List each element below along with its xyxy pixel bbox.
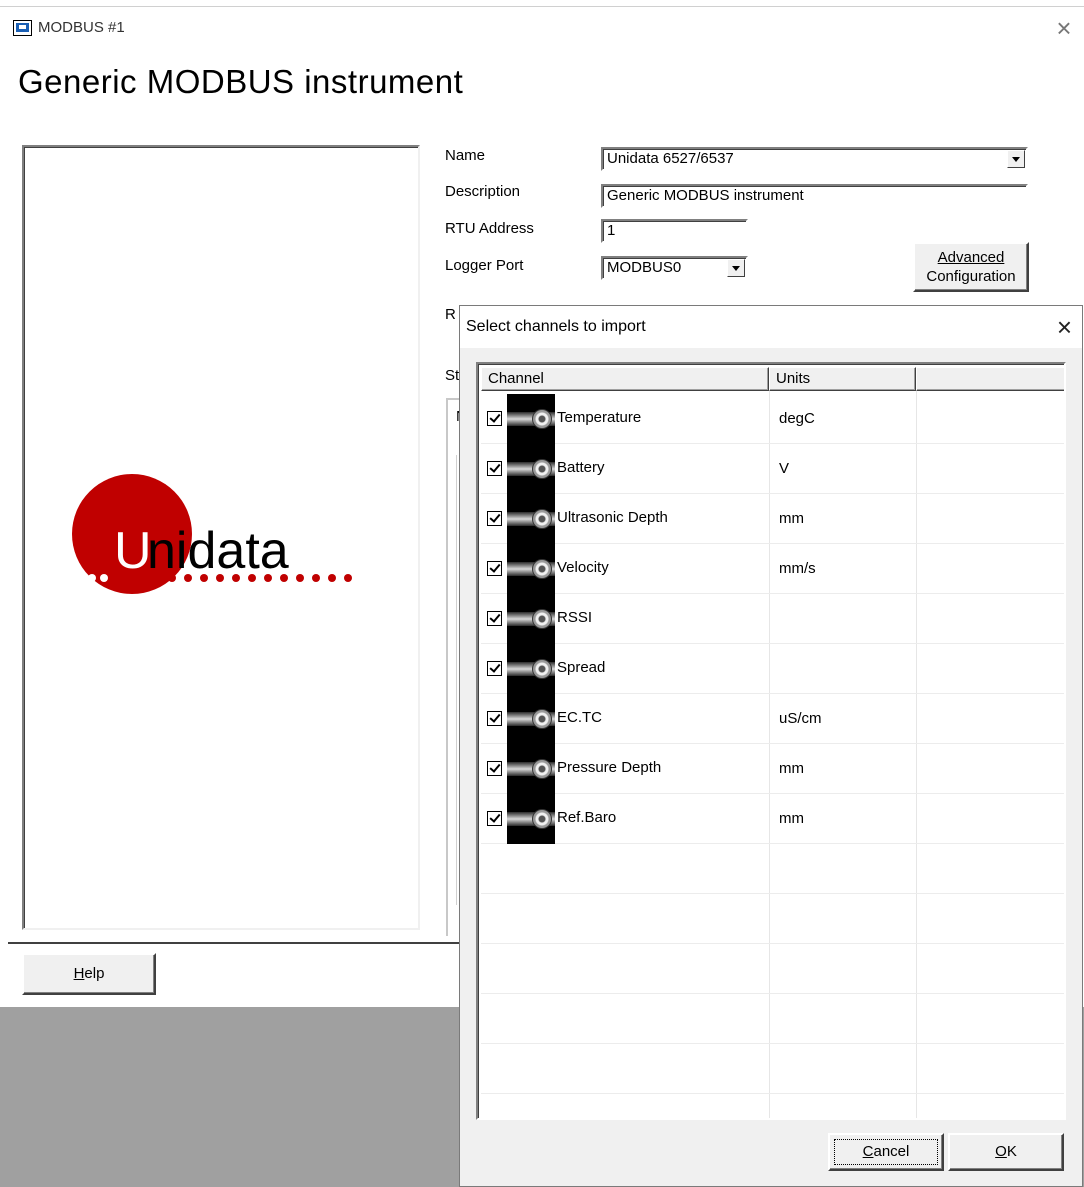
channel-name: Ref.Baro — [557, 809, 617, 826]
logger-port-label: Logger Port — [445, 257, 524, 274]
name-label: Name — [445, 147, 486, 164]
channel-checkbox[interactable] — [487, 761, 502, 776]
channel-icon — [507, 744, 555, 794]
empty-list-row — [481, 994, 1064, 1044]
channel-name: Velocity — [557, 559, 609, 576]
list-item[interactable]: Velocity mm/s — [481, 544, 1064, 594]
channel-units: degC — [779, 410, 815, 427]
channel-icon — [507, 394, 555, 444]
empty-list-row — [481, 894, 1064, 944]
channel-icon — [507, 594, 555, 644]
description-label: Description — [445, 183, 521, 200]
column-header-channel[interactable]: Channel — [481, 367, 769, 391]
dialog-title: Select channels to import — [466, 318, 646, 335]
partial-label-st: St — [445, 367, 460, 384]
list-item[interactable]: Spread — [481, 644, 1064, 694]
channel-checkbox[interactable] — [487, 711, 502, 726]
channel-icon — [507, 794, 555, 844]
advanced-configuration-button[interactable]: Advanced Configuration — [913, 242, 1029, 292]
channel-units: mm — [779, 510, 804, 527]
channel-units: mm — [779, 810, 804, 827]
channel-units: V — [779, 460, 790, 477]
app-icon — [13, 20, 32, 36]
channel-checkbox[interactable] — [487, 411, 502, 426]
empty-list-row — [481, 844, 1064, 894]
top-divider — [0, 6, 1084, 7]
channel-checkbox[interactable] — [487, 561, 502, 576]
footer-separator — [8, 942, 460, 944]
channel-icon — [507, 544, 555, 594]
logger-port-value: MODBUS0 — [607, 259, 682, 276]
list-item[interactable]: RSSI — [481, 594, 1064, 644]
cancel-button[interactable]: Cancel — [828, 1133, 944, 1171]
dialog-close-icon[interactable]: × — [1057, 312, 1072, 342]
svg-text:U: U — [114, 522, 152, 580]
channel-checkbox[interactable] — [487, 611, 502, 626]
channel-icon — [507, 694, 555, 744]
select-channels-dialog: Select channels to import × Channel Unit… — [459, 305, 1083, 1187]
chevron-down-icon[interactable] — [727, 259, 745, 277]
channel-checkbox[interactable] — [487, 661, 502, 676]
page-heading: Generic MODBUS instrument — [18, 63, 464, 100]
channel-checkbox[interactable] — [487, 511, 502, 526]
channel-name: Temperature — [557, 409, 642, 426]
help-button[interactable]: Help — [22, 953, 156, 995]
channel-units: mm/s — [779, 560, 816, 577]
column-header-units[interactable]: Units — [769, 367, 916, 391]
channel-list[interactable]: Channel Units Temperature degC Battery V Ult… — [476, 362, 1066, 1120]
svg-text:nidata: nidata — [147, 522, 289, 580]
rtu-address-label: RTU Address — [445, 220, 534, 237]
channel-name: Pressure Depth — [557, 759, 662, 776]
empty-list-row — [481, 1044, 1064, 1094]
list-item[interactable]: Battery V — [481, 444, 1064, 494]
name-value: Unidata 6527/6537 — [607, 150, 734, 167]
rtu-address-field[interactable]: 1 — [601, 219, 748, 243]
logo-panel: U nidata — [22, 145, 420, 930]
list-item[interactable]: Ultrasonic Depth mm — [481, 494, 1064, 544]
list-item[interactable]: EC.TC uS/cm — [481, 694, 1064, 744]
description-field[interactable]: Generic MODBUS instrument — [601, 184, 1028, 208]
configuration-label: Configuration — [926, 268, 1016, 285]
empty-list-row — [481, 944, 1064, 994]
channel-name: Battery — [557, 459, 605, 476]
channel-units: mm — [779, 760, 804, 777]
list-item[interactable]: Temperature degC — [481, 394, 1064, 444]
partial-label-r: R — [445, 306, 456, 323]
name-combobox[interactable]: Unidata 6527/6537 — [601, 147, 1028, 171]
list-item[interactable]: Pressure Depth mm — [481, 744, 1064, 794]
window-close-icon[interactable]: × — [1052, 14, 1076, 42]
empty-list-row — [481, 1094, 1064, 1118]
dialog-titlebar: Select channels to import × — [460, 306, 1082, 348]
channel-icon — [507, 494, 555, 544]
channel-checkbox[interactable] — [487, 461, 502, 476]
channel-checkbox[interactable] — [487, 811, 502, 826]
window-title: MODBUS #1 — [38, 19, 125, 36]
channel-name: RSSI — [557, 609, 593, 626]
channel-units: uS/cm — [779, 710, 822, 727]
channel-name: EC.TC — [557, 709, 602, 726]
channel-icon — [507, 644, 555, 694]
channel-name: Spread — [557, 659, 606, 676]
ok-button[interactable]: OK — [948, 1133, 1064, 1171]
list-header: Channel Units — [481, 367, 1064, 391]
unidata-logo: U nidata — [72, 472, 372, 612]
list-item[interactable]: Ref.Baro mm — [481, 794, 1064, 844]
channel-icon — [507, 444, 555, 494]
column-header-empty[interactable] — [916, 367, 1064, 391]
logger-port-combobox[interactable]: MODBUS0 — [601, 256, 748, 280]
advanced-label: Advanced — [937, 249, 1005, 266]
channel-name: Ultrasonic Depth — [557, 509, 668, 526]
chevron-down-icon[interactable] — [1007, 150, 1025, 168]
